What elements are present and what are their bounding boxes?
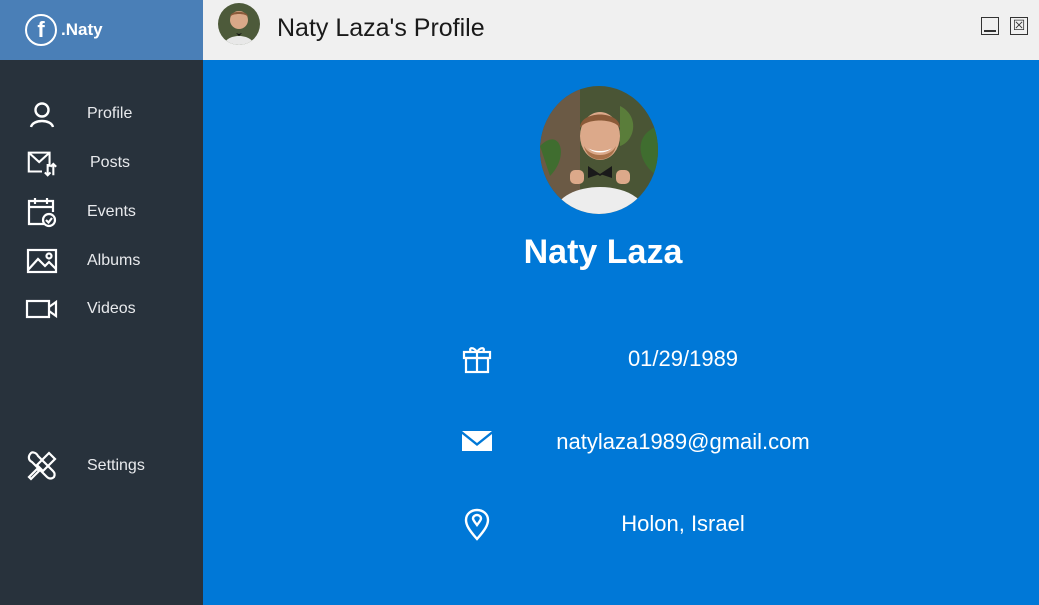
- sidebar: f .Naty Profile Posts Events Albums Vide…: [0, 0, 203, 605]
- sidebar-item-label: Events: [87, 203, 136, 220]
- sidebar-item-profile[interactable]: Profile: [0, 93, 203, 135]
- mail-icon: [457, 421, 497, 461]
- sidebar-item-settings[interactable]: Settings: [0, 445, 203, 487]
- profile-panel: Naty Laza 01/29/1989 natylaza1989@gmail.…: [203, 60, 1039, 605]
- window-titlebar: Naty Laza's Profile ☒: [203, 0, 1039, 60]
- sidebar-item-label: Settings: [87, 457, 145, 474]
- close-button[interactable]: ☒: [1010, 17, 1028, 35]
- sidebar-item-label: Posts: [90, 154, 131, 171]
- birthday-value: 01/29/1989: [627, 346, 739, 371]
- mail-arrows-icon: [25, 146, 59, 180]
- image-icon: [25, 244, 59, 278]
- location-pin-icon: [457, 505, 497, 545]
- video-icon: [25, 292, 59, 326]
- profile-picture: [540, 86, 658, 214]
- sidebar-item-videos[interactable]: Videos: [0, 288, 203, 330]
- sidebar-item-posts[interactable]: Posts: [0, 142, 203, 184]
- brand-header[interactable]: f .Naty: [0, 0, 203, 60]
- facebook-logo-icon: f: [25, 14, 57, 46]
- sidebar-item-label: Videos: [87, 300, 136, 317]
- calendar-check-icon: [25, 195, 59, 229]
- user-icon: [25, 97, 59, 131]
- sidebar-item-label: Albums: [87, 252, 141, 269]
- minimize-button[interactable]: [981, 17, 999, 35]
- gift-icon: [457, 339, 497, 379]
- brand-name: .Naty: [61, 20, 103, 39]
- profile-name: Naty Laza: [523, 233, 683, 271]
- email-value[interactable]: natylaza1989@gmail.com: [503, 429, 863, 455]
- sidebar-item-events[interactable]: Events: [0, 191, 203, 233]
- location-value: Holon, Israel: [621, 511, 745, 536]
- sidebar-item-albums[interactable]: Albums: [0, 240, 203, 282]
- window-title: Naty Laza's Profile: [277, 14, 485, 42]
- avatar: [218, 3, 260, 45]
- tools-icon: [25, 449, 59, 483]
- sidebar-item-label: Profile: [87, 105, 133, 122]
